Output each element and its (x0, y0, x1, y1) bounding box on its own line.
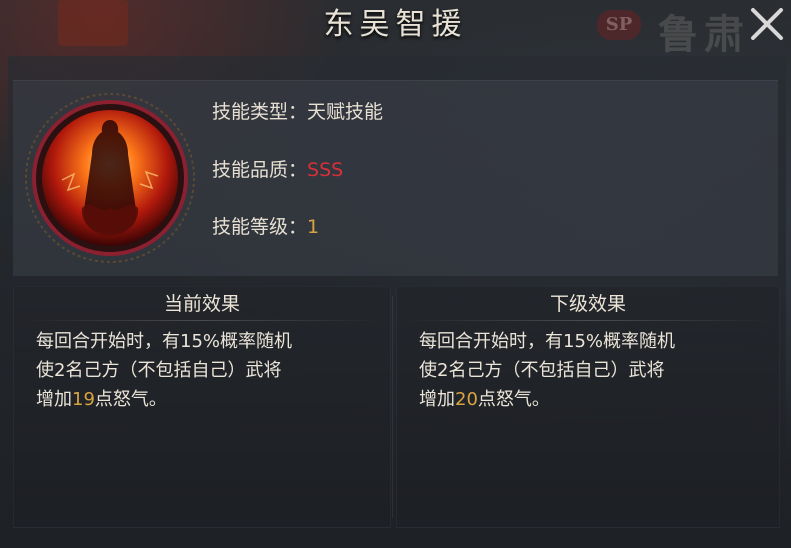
column-divider (392, 296, 393, 518)
next-effect-line-3-suffix: 点怒气。 (477, 389, 550, 410)
next-effect-panel: 下级效果 每回合开始时，有15%概率随机 使2名己方（不包括自己）武将 增加20… (396, 286, 780, 528)
burning-warrior-skill-icon (22, 90, 198, 266)
dialog-title: 东吴智援 (323, 7, 468, 42)
skill-type-value: 天赋技能 (307, 101, 384, 123)
current-effect-line-3-suffix: 点怒气。 (94, 389, 167, 410)
next-effect-text: 每回合开始时，有15%概率随机 使2名己方（不包括自己）武将 增加20点怒气。 (419, 327, 764, 414)
skill-level-row: 技能等级：1 (212, 212, 319, 242)
current-effect-divider (22, 320, 382, 321)
skill-quality-label: 技能品质： (212, 159, 308, 181)
close-icon[interactable] (744, 4, 788, 44)
next-effect-line-2: 使2名己方（不包括自己）武将 (419, 360, 665, 381)
current-effect-line-1: 每回合开始时，有15%概率随机 (36, 331, 293, 352)
skill-level-value: 1 (307, 216, 320, 238)
next-effect-line-1: 每回合开始时，有15%概率随机 (419, 331, 676, 352)
next-rage-value: 20 (455, 389, 478, 410)
skill-type-row: 技能类型：天赋技能 (212, 97, 383, 127)
skill-level-label: 技能等级： (212, 216, 308, 238)
current-effect-panel: 当前效果 每回合开始时，有15%概率随机 使2名己方（不包括自己）武将 增加19… (13, 286, 391, 528)
current-effect-line-2: 使2名己方（不包括自己）武将 (36, 360, 282, 381)
current-effect-line-3-prefix: 增加 (36, 389, 72, 410)
current-effect-header: 当前效果 (163, 293, 240, 315)
current-rage-value: 19 (72, 389, 95, 410)
current-effect-line-3: 增加19点怒气。 (36, 385, 381, 414)
skill-type-label: 技能类型： (212, 101, 308, 123)
next-effect-divider (405, 320, 771, 321)
current-effect-text: 每回合开始时，有15%概率随机 使2名己方（不包括自己）武将 增加19点怒气。 (36, 327, 381, 414)
next-effect-line-3: 增加20点怒气。 (419, 385, 764, 414)
skill-quality-value: SSS (307, 159, 344, 181)
next-effect-line-3-prefix: 增加 (419, 389, 455, 410)
skill-quality-row: 技能品质：SSS (212, 155, 343, 185)
next-effect-header: 下级效果 (549, 293, 626, 315)
